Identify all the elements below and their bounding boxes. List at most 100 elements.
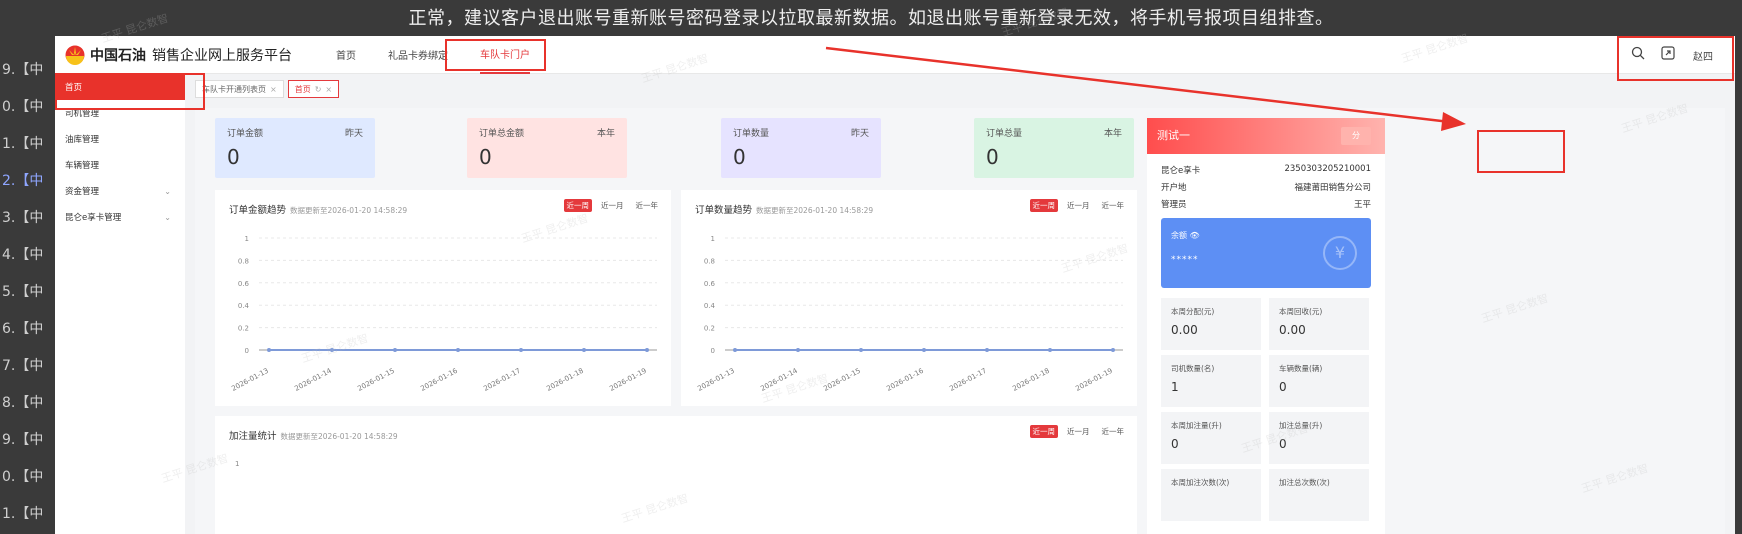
page-tab-0[interactable]: 车队卡开通列表页 × (195, 80, 284, 98)
metric-label: 本周加注量(升) (1171, 421, 1222, 430)
info-value: 福建莆田销售分公司 (1294, 183, 1371, 193)
account-info-row: 管理员 王平 (1161, 198, 1371, 210)
range-tab-2[interactable]: 近一年 (1099, 425, 1128, 438)
y-tick-label: 0.2 (704, 325, 715, 333)
stat-label: 订单总金额 (479, 129, 525, 139)
x-tick-label: 2026-01-15 (356, 367, 396, 393)
y-tick-label: 0.6 (238, 280, 250, 288)
background-list-item: 0.【中 (2, 469, 44, 485)
account-card-header: 测试一 分 (1147, 118, 1385, 154)
y-tick-label: 0 (245, 347, 249, 355)
nav-item-1[interactable]: 礼品卡券绑定 (388, 36, 448, 74)
data-point (393, 348, 397, 352)
page-tab-1[interactable]: 首页 ↻ × (287, 80, 340, 98)
background-list-item: 9.【中 (2, 62, 44, 78)
sidebar-item-label: 油库管理 (65, 135, 100, 145)
sidebar-item-1[interactable]: 司机管理 (55, 100, 185, 126)
chart-title: 加注量统计 数据更新至2026-01-20 14:58:29 (229, 431, 398, 442)
data-point (267, 348, 271, 352)
stat-period: 昨天 (850, 129, 869, 139)
metric-label: 加注总量(升) (1279, 421, 1323, 430)
balance-card: 余额 👁 ***** ¥ (1161, 218, 1371, 288)
metric-tile: 本周分配(元) 0.00 (1161, 298, 1261, 350)
stat-card: 订单数量 昨天 0 (721, 118, 881, 178)
background-list: 9.【中 0.【中 1.【中 2.【中 3.【中 4.【中 5.【中 6.【中 7.【中 8.【中… (0, 52, 60, 533)
sidebar: 首页司机管理油库管理车辆管理资金管理 ⌄ 昆仑e享卡管理 ⌄ (55, 74, 185, 534)
data-point (796, 348, 800, 352)
metric-tile: 加注总量(升) 0 (1269, 412, 1369, 464)
petrochina-logo-icon (65, 45, 85, 65)
data-point (456, 348, 460, 352)
background-list-item: 1.【中 (2, 136, 44, 152)
sidebar-item-4[interactable]: 资金管理 ⌄ (55, 178, 185, 204)
background-list-item: 6.【中 (2, 321, 44, 337)
y-tick-label: 0.8 (704, 257, 715, 265)
nav-item-0[interactable]: 首页 (336, 36, 356, 74)
chart-range-tabs: 近一周 近一月 近一年 (1024, 425, 1128, 438)
background-list-item: 9.【中 (2, 432, 44, 448)
account-switch-button[interactable]: 分 (1341, 127, 1371, 145)
account-info-row: 昆仑e享卡 2350303205210001 (1161, 164, 1371, 176)
stat-label: 订单数量 (733, 129, 770, 139)
main-area: 车队卡开通列表页 × 首页 ↻ × 订单金额 昨天 0 订单总金额 本年 0 订单数量 昨天 0 订单总量… (185, 74, 1735, 534)
page-tabs: 车队卡开通列表页 × 首页 ↻ × (195, 78, 1725, 100)
y-tick-label: 0.4 (704, 302, 716, 310)
metric-tile: 本周加注量(升) 0 (1161, 412, 1261, 464)
tab-label: 首页 (294, 84, 311, 94)
metric-tile: 本周回收(元) 0.00 (1269, 298, 1369, 350)
metric-label: 加注总次数(次) (1279, 478, 1330, 487)
metric-label: 车辆数量(辆) (1279, 364, 1323, 373)
background-list-item: 8.【中 (2, 395, 44, 411)
stat-value: 0 (733, 145, 746, 169)
stat-value: 0 (986, 145, 999, 169)
y-tick-label: 0.2 (238, 325, 249, 333)
close-icon[interactable]: × (270, 85, 277, 94)
search-icon[interactable] (1631, 46, 1645, 64)
user-name[interactable]: 赵四 (1693, 48, 1713, 63)
sidebar-item-2[interactable]: 油库管理 (55, 126, 185, 152)
y-tick-label: 0.6 (704, 280, 716, 288)
metric-label: 司机数量(名) (1171, 364, 1215, 373)
data-point (733, 348, 737, 352)
stat-card: 订单总金额 本年 0 (467, 118, 627, 178)
data-point (582, 348, 586, 352)
stat-value: 0 (227, 145, 240, 169)
x-tick-label: 2026-01-17 (948, 367, 988, 393)
sidebar-item-label: 首页 (65, 83, 83, 93)
background-list-item: 2.【中 (2, 173, 44, 189)
notice-text: 正常，建议客户退出账号重新账号密码登录以拉取最新数据。如退出账号重新登录无效，将… (408, 8, 1334, 29)
sidebar-item-3[interactable]: 车辆管理 (55, 152, 185, 178)
dashboard-content: 订单金额 昨天 0 订单总金额 本年 0 订单数量 昨天 0 订单总量 本年 0 订单金额趋势 数据更新… (195, 108, 1725, 534)
close-icon[interactable]: × (325, 85, 332, 94)
metric-label: 本周加注次数(次) (1171, 478, 1230, 487)
info-value: 王平 (1353, 200, 1371, 210)
background-list-item: 1.【中 (2, 506, 44, 522)
order-amount-chart-panel: 订单金额趋势 数据更新至2026-01-20 14:58:29 近一周 近一月 近一年… (215, 190, 671, 406)
top-nav: 首页 礼品卡券绑定 车队卡门户 (336, 36, 562, 74)
x-tick-label: 2026-01-13 (696, 367, 736, 393)
metric-label: 本周回收(元) (1279, 307, 1323, 316)
data-point (1111, 348, 1115, 352)
background-list-item: 3.【中 (2, 210, 44, 226)
fullscreen-icon[interactable] (1661, 46, 1675, 64)
metric-tile: 车辆数量(辆) 0 (1269, 355, 1369, 407)
x-tick-label: 2026-01-18 (545, 367, 585, 393)
background-list-item: 7.【中 (2, 358, 44, 374)
y-tick-label: 1 (245, 235, 249, 243)
stat-period: 本年 (596, 129, 615, 139)
data-point (645, 348, 649, 352)
sidebar-item-label: 车辆管理 (65, 161, 100, 171)
nav-item-2[interactable]: 车队卡门户 (480, 36, 530, 74)
metric-value: 0 (1279, 380, 1287, 394)
range-tab-1[interactable]: 近一月 (1064, 425, 1093, 438)
sidebar-item-label: 昆仑e享卡管理 (65, 213, 122, 223)
range-tab-0[interactable]: 近一周 (1029, 425, 1058, 438)
info-label: 昆仑e享卡 (1161, 166, 1201, 176)
background-list-item: 5.【中 (2, 284, 44, 300)
chevron-down-icon: ⌄ (164, 212, 171, 222)
sidebar-item-5[interactable]: 昆仑e享卡管理 ⌄ (55, 204, 185, 230)
header-actions: 赵四 (1615, 36, 1713, 74)
sidebar-item-label: 司机管理 (65, 109, 100, 119)
sidebar-item-0[interactable]: 首页 (55, 74, 185, 100)
refresh-icon[interactable]: ↻ (315, 85, 322, 94)
